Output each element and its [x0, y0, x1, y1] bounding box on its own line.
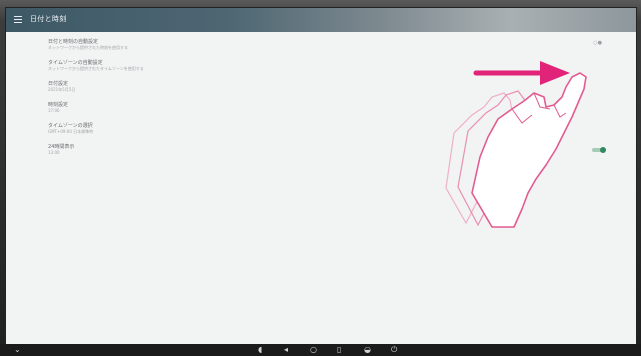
power-icon[interactable]: ⏻ [391, 345, 397, 355]
page-title: 日付と時刻 [30, 15, 67, 23]
recent-apps-icon[interactable]: ▯ [337, 345, 341, 355]
setting-title: 時刻設定 [48, 102, 69, 108]
setting-subtitle: 2021年5月5日 [48, 87, 76, 92]
setting-title: 日付と時刻の自動設定 [48, 39, 99, 45]
swipe-gesture-illustration [445, 61, 587, 228]
swipe-arrow-icon [540, 61, 570, 85]
setting-subtitle: 17:06 [48, 108, 60, 113]
setting-title: 24時間表示 [48, 144, 75, 150]
settings-icon[interactable]: ◒ [364, 345, 371, 355]
volume-up-icon[interactable]: ◂ [284, 345, 288, 355]
setting-subtitle: ネットワークから提供されたタイムゾーンを使用する [48, 66, 144, 71]
home-icon[interactable]: ○ [310, 345, 317, 355]
app-bar: 日付と時刻 [6, 8, 636, 32]
chevron-down-icon[interactable]: ⌄ [14, 345, 21, 355]
system-nav-bar: ⌄ ◖ ◂ ○ ▯ ◒ ⏻ [0, 344, 641, 356]
setting-title: タイムゾーンの自動設定 [48, 60, 103, 66]
menu-icon[interactable] [14, 16, 22, 23]
setting-subtitle: ネットワークから提供された時刻を使用する [48, 45, 128, 50]
setting-subtitle: 13:00 [48, 150, 60, 155]
toggle-off-icon[interactable]: ○● [593, 40, 602, 46]
setting-title: 日付設定 [48, 81, 69, 87]
device-screen: 日付と時刻 日付と時刻の自動設定 ネットワークから提供された時刻を使用する ○●… [6, 8, 636, 346]
setting-title: タイムゾーンの選択 [48, 123, 93, 129]
setting-subtitle: GMT+09:00 日本標準時 [48, 129, 94, 134]
hand-icon [471, 72, 587, 228]
volume-down-icon[interactable]: ◖ [258, 345, 262, 355]
